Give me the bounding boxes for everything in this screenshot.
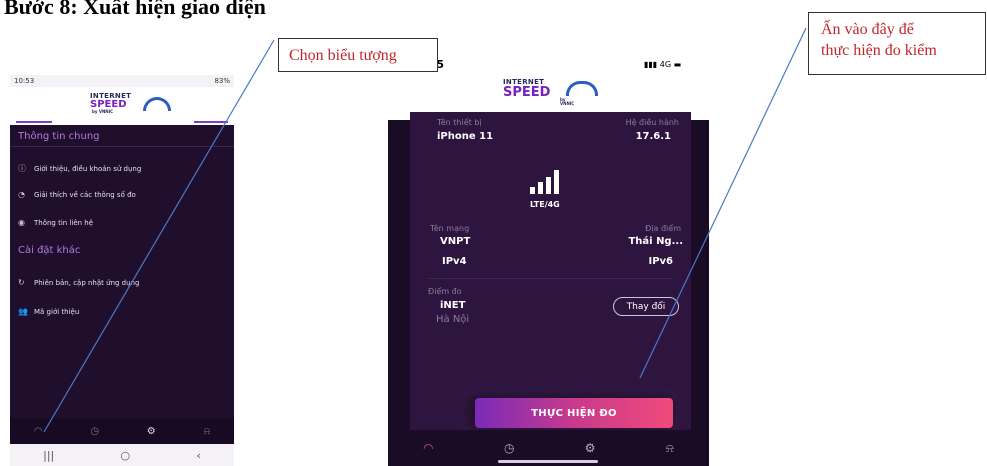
pointer-line-choose-icon	[43, 39, 275, 433]
pointer-line-tap-here	[639, 27, 807, 379]
annotation-arrows	[43, 27, 807, 433]
